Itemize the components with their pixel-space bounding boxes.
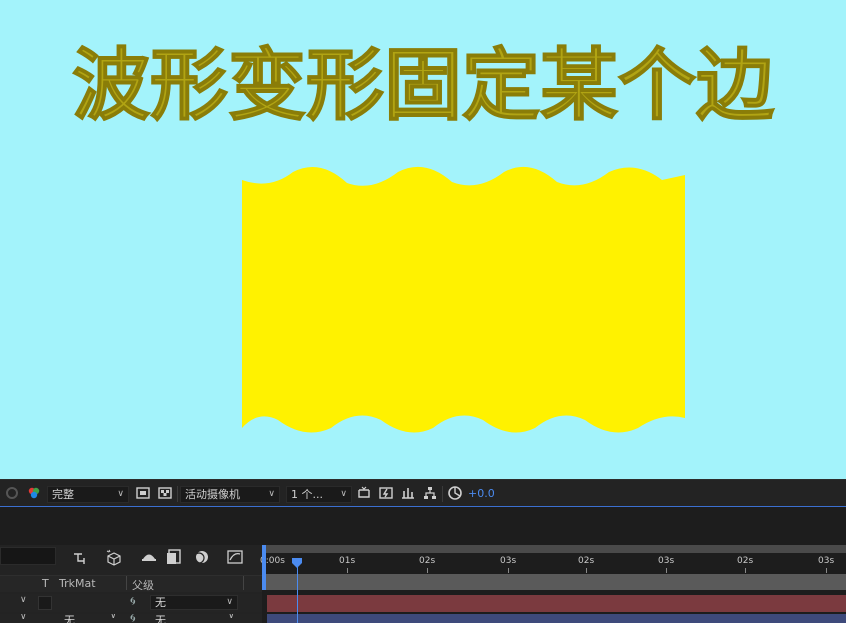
- fast-preview-icon[interactable]: [400, 485, 416, 501]
- time-ruler[interactable]: 0:00s 01s 02s 03s 02s 03s 02s 03s: [260, 554, 846, 574]
- ruler-label: 02s: [419, 556, 436, 566]
- work-area-bar[interactable]: [262, 545, 846, 553]
- ruler-tick: [427, 568, 428, 573]
- chevron-down-icon[interactable]: ∨: [20, 614, 27, 622]
- column-divider: [126, 576, 127, 590]
- camera-dropdown[interactable]: 活动摄像机 ∨: [180, 486, 280, 503]
- toggle-mask-icon[interactable]: [135, 485, 151, 501]
- chevron-down-icon[interactable]: ∨: [110, 614, 117, 621]
- ruler-label: 01s: [339, 556, 356, 566]
- chevron-down-icon: ∨: [268, 489, 275, 499]
- chevron-down-icon[interactable]: ∨: [20, 595, 27, 605]
- column-t: T: [42, 577, 49, 590]
- layer-column-header: T TrkMat 父级: [0, 575, 262, 592]
- parent-value[interactable]: 无: [155, 614, 166, 623]
- draft-3d-icon[interactable]: [105, 548, 123, 566]
- color-channels-icon[interactable]: [26, 485, 42, 501]
- views-dropdown[interactable]: 1 个... ∨: [286, 486, 352, 503]
- ruler-tick: [826, 568, 827, 573]
- camera-value: 活动摄像机: [185, 488, 240, 501]
- region-of-interest-icon[interactable]: [378, 485, 394, 501]
- flowchart-icon[interactable]: [422, 485, 438, 501]
- chevron-down-icon: ∨: [340, 489, 347, 499]
- ruler-label: 03s: [500, 556, 517, 566]
- toolbar-divider: [442, 486, 443, 502]
- ruler-tick: [508, 568, 509, 573]
- wave-warped-shape[interactable]: [0, 0, 846, 479]
- snapshot-icon[interactable]: [4, 485, 20, 501]
- views-value: 1 个...: [291, 488, 323, 501]
- column-parent: 父级: [132, 579, 154, 592]
- current-time-indicator[interactable]: [297, 560, 298, 623]
- layer-duration-bar[interactable]: [267, 595, 846, 612]
- ruler-tick: [745, 568, 746, 573]
- timeline-layer-panel: T TrkMat 父级 ∨ 🌀︎ 无 ∨ ∨ 无 ∨ 🌀︎ 无 ∨: [0, 545, 262, 623]
- timeline-header-area: [0, 507, 846, 545]
- ruler-label: 03s: [658, 556, 675, 566]
- toolbar-divider: [177, 486, 178, 502]
- transparency-grid-icon[interactable]: [157, 485, 173, 501]
- ruler-label: 02s: [737, 556, 754, 566]
- comp-flowchart-icon[interactable]: [72, 548, 90, 566]
- work-area-start-marker[interactable]: [262, 545, 266, 590]
- trkmat-value[interactable]: 无: [64, 614, 75, 623]
- timeline-track-area[interactable]: 0:00s 01s 02s 03s 02s 03s 02s 03s: [260, 545, 846, 623]
- ruler-tick: [347, 568, 348, 573]
- ruler-label: 02s: [578, 556, 595, 566]
- timeline-cache-bar: [262, 574, 846, 590]
- resolution-dropdown[interactable]: 完整 ∨: [47, 486, 129, 503]
- ruler-tick: [586, 568, 587, 573]
- column-divider: [243, 576, 244, 590]
- layer-search-input[interactable]: [0, 547, 56, 565]
- frame-blending-icon[interactable]: [165, 548, 183, 566]
- graph-editor-icon[interactable]: [226, 548, 244, 566]
- trkmat-swatch[interactable]: [38, 596, 52, 610]
- pick-whip-icon[interactable]: 🌀︎: [130, 594, 136, 609]
- layer-row[interactable]: ∨ 无 ∨ 🌀︎ 无 ∨: [0, 614, 262, 623]
- composition-viewer[interactable]: 波形变形固定某个边: [0, 0, 846, 479]
- chevron-down-icon: ∨: [117, 489, 124, 499]
- chevron-down-icon[interactable]: ∨: [228, 614, 235, 621]
- column-trkmat: TrkMat: [59, 577, 96, 590]
- hide-shy-layers-icon[interactable]: [140, 548, 158, 566]
- layer-duration-bar[interactable]: [267, 614, 846, 623]
- ruler-tick: [666, 568, 667, 573]
- parent-dropdown[interactable]: 无 ∨: [150, 595, 238, 610]
- layer-row[interactable]: ∨ 🌀︎ 无 ∨: [0, 594, 262, 612]
- pick-whip-icon[interactable]: 🌀︎: [130, 614, 136, 623]
- parent-value: 无: [155, 596, 166, 609]
- playhead-handle-icon[interactable]: [291, 558, 303, 568]
- ruler-label: 03s: [818, 556, 835, 566]
- motion-blur-icon[interactable]: [192, 548, 210, 566]
- reset-exposure-icon[interactable]: [356, 485, 372, 501]
- resolution-value: 完整: [52, 488, 74, 501]
- viewer-toolbar: 完整 ∨ 活动摄像机 ∨ 1 个... ∨ +0.0: [0, 479, 846, 507]
- exposure-value[interactable]: +0.0: [468, 480, 495, 507]
- chevron-down-icon: ∨: [226, 597, 233, 607]
- exposure-icon[interactable]: [447, 485, 463, 501]
